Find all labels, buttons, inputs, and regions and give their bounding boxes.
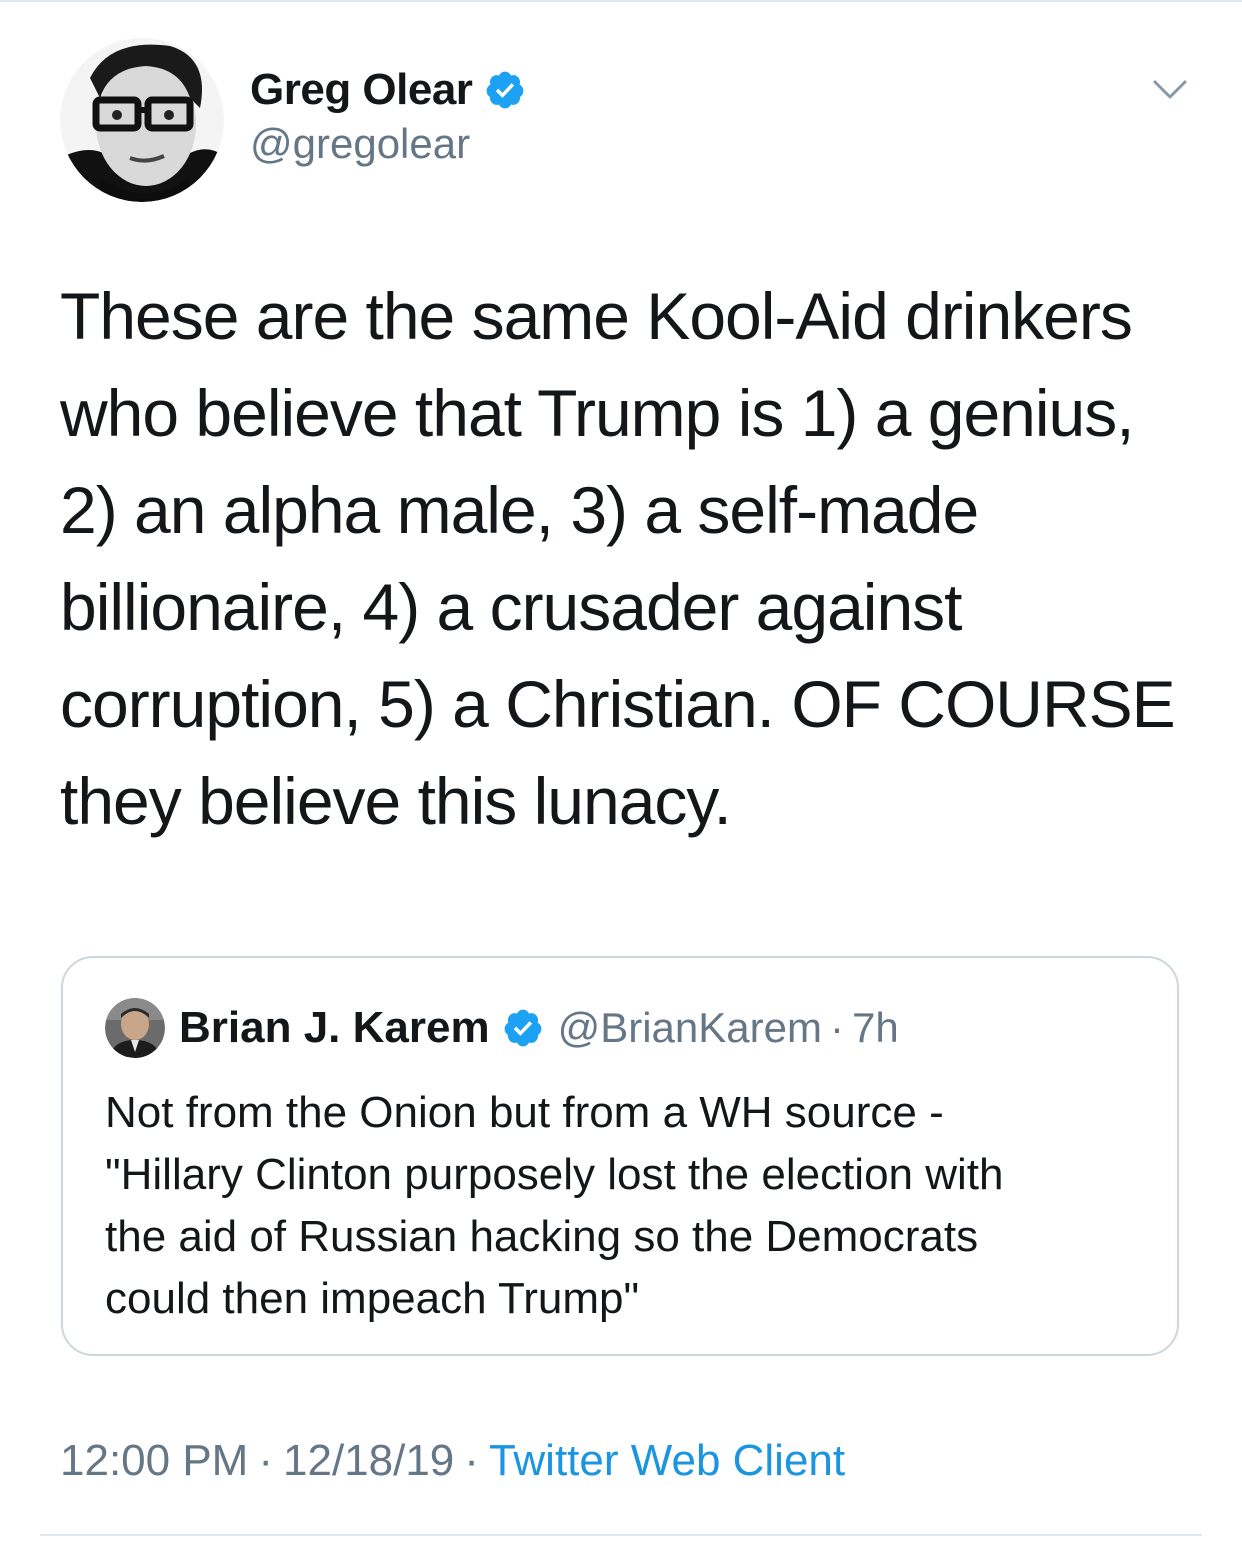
- top-divider: [0, 0, 1242, 2]
- quoted-timestamp: 7h: [851, 1004, 899, 1051]
- tweet-time: 12:00 PM: [60, 1436, 249, 1485]
- quoted-tweet-text: Not from the Onion but from a WH source …: [105, 1088, 1004, 1323]
- meta-separator: ·: [258, 1436, 273, 1485]
- author-display-name[interactable]: Greg Olear: [250, 65, 473, 115]
- quoted-separator: ·: [829, 1004, 844, 1051]
- verified-badge-icon: [502, 1007, 544, 1049]
- tweet-meta: 12:00 PM · 12/18/19 · Twitter Web Client: [60, 1436, 845, 1486]
- bottom-divider: [40, 1534, 1202, 1536]
- author-handle[interactable]: @gregolear: [250, 120, 470, 168]
- chevron-down-icon[interactable]: [1152, 78, 1188, 102]
- tweet-date: 12/18/19: [283, 1436, 455, 1485]
- quoted-tweet-header: Brian J. Karem @BrianKarem · 7h: [105, 996, 899, 1060]
- verified-badge-icon: [484, 69, 526, 111]
- quoted-author-name: Brian J. Karem: [179, 1003, 490, 1052]
- tweet-source-link[interactable]: Twitter Web Client: [489, 1436, 845, 1485]
- author-avatar[interactable]: [60, 38, 224, 202]
- quoted-author-handle: @BrianKarem: [557, 1004, 822, 1051]
- meta-separator: ·: [464, 1436, 479, 1485]
- quoted-author-avatar: [105, 998, 165, 1058]
- tweet-text: These are the same Kool-Aid drinkers who…: [60, 279, 1176, 838]
- author-name-row[interactable]: Greg Olear: [250, 64, 526, 116]
- quoted-tweet-card[interactable]: Brian J. Karem @BrianKarem · 7h Not from…: [61, 956, 1179, 1356]
